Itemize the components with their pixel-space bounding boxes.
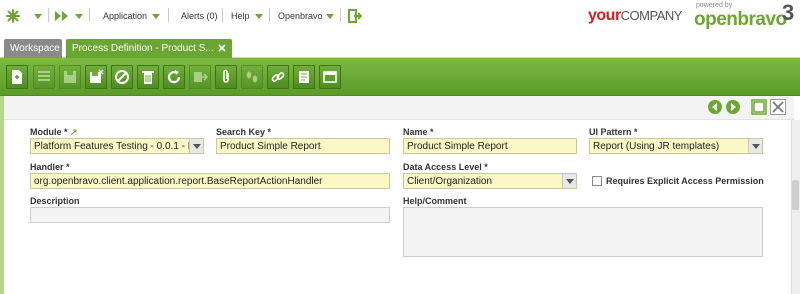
- save-icon: [64, 71, 76, 83]
- tab-process-label: Process Definition - Product S...: [72, 43, 214, 54]
- chevron-down-icon[interactable]: [748, 139, 762, 153]
- quick-launch-dropdown-icon[interactable]: [34, 8, 42, 24]
- tab-process-definition[interactable]: Process Definition - Product S...: [66, 39, 232, 58]
- quick-launch-icon[interactable]: [6, 8, 20, 24]
- application-dropdown-icon[interactable]: [152, 8, 160, 24]
- name-label: Name *: [403, 127, 434, 137]
- help-comment-textarea[interactable]: [403, 207, 763, 257]
- alerts-label: Alerts (0): [181, 11, 218, 21]
- description-label: Description: [30, 196, 80, 206]
- window-layout-icon: [323, 71, 337, 83]
- trash-icon: [142, 71, 154, 84]
- document-edit-icon: [299, 71, 309, 83]
- openbravo-logo: powered by openbravo 3: [694, 0, 795, 30]
- close-tab-icon[interactable]: [217, 43, 227, 53]
- top-navbar: Application Alerts (0) Help Openbravo yo…: [0, 0, 800, 34]
- maximize-icon[interactable]: [751, 99, 767, 115]
- left-border: [0, 96, 4, 294]
- footprints-icon: [246, 71, 258, 83]
- audit-trail-button[interactable]: [241, 65, 263, 89]
- cancel-icon: [115, 70, 129, 84]
- search-key-value: Product Simple Report: [220, 141, 321, 152]
- module-value: Platform Features Testing - 0.0.1 - Engl…: [34, 141, 203, 152]
- quick-create-dropdown-icon[interactable]: [75, 8, 83, 24]
- new-document-icon: [12, 70, 22, 84]
- module-link-icon[interactable]: ↗: [70, 127, 78, 137]
- application-menu[interactable]: Application: [103, 8, 147, 24]
- ui-pattern-select[interactable]: Report (Using JR templates): [589, 138, 763, 154]
- form-header-band: [4, 96, 794, 120]
- data-access-level-label: Data Access Level *: [403, 162, 488, 172]
- tab-workspace[interactable]: Workspace: [4, 39, 62, 58]
- export-button[interactable]: [189, 65, 211, 89]
- user-dropdown-icon[interactable]: [326, 8, 334, 24]
- help-label: Help: [231, 11, 250, 21]
- nav-divider: [222, 8, 223, 22]
- data-access-level-select[interactable]: Client/Organization: [403, 173, 577, 189]
- alerts-link[interactable]: Alerts (0): [181, 8, 218, 24]
- nav-divider: [340, 8, 341, 22]
- tab-bar: Workspace Process Definition - Product S…: [0, 34, 800, 58]
- form-grid-icon: [38, 71, 50, 81]
- handler-value: org.openbravo.client.application.report.…: [34, 176, 323, 187]
- nav-divider: [48, 8, 49, 22]
- toolbar: [0, 58, 800, 96]
- previous-record-icon[interactable]: [707, 99, 723, 115]
- cancel-button[interactable]: [111, 65, 133, 89]
- handler-input[interactable]: org.openbravo.client.application.report.…: [30, 173, 390, 189]
- search-key-label: Search Key *: [216, 127, 272, 137]
- close-form-icon[interactable]: [770, 99, 786, 115]
- requires-permission-label: Requires Explicit Access Permission: [606, 176, 764, 186]
- nav-divider: [168, 8, 169, 22]
- data-access-level-value: Client/Organization: [407, 176, 493, 187]
- ui-pattern-label: UI Pattern *: [589, 127, 638, 137]
- save-close-icon: [90, 69, 104, 83]
- refresh-icon: [167, 70, 181, 84]
- help-menu[interactable]: Help: [231, 8, 250, 24]
- help-comment-label: Help/Comment: [403, 196, 467, 206]
- attachment-button[interactable]: [215, 65, 237, 89]
- new-document-button[interactable]: [6, 65, 28, 89]
- link-button[interactable]: [267, 65, 289, 89]
- refresh-button[interactable]: [163, 65, 185, 89]
- paperclip-icon: [223, 69, 229, 83]
- tab-workspace-label: Workspace: [10, 43, 60, 54]
- scrollbar-thumb[interactable]: [792, 180, 799, 210]
- tab-config-button[interactable]: [319, 65, 341, 89]
- module-label: Module * ↗: [30, 127, 78, 137]
- print-button[interactable]: [293, 65, 315, 89]
- link-icon: [271, 72, 285, 82]
- application-menu-label: Application: [103, 11, 148, 21]
- user-label: Openbravo: [278, 11, 323, 21]
- form-view: [4, 96, 800, 294]
- export-icon: [194, 72, 208, 82]
- name-input[interactable]: Product Simple Report: [403, 138, 577, 154]
- name-value: Product Simple Report: [407, 141, 508, 152]
- module-select[interactable]: Platform Features Testing - 0.0.1 - Engl…: [30, 138, 204, 154]
- next-record-icon[interactable]: [725, 99, 741, 115]
- handler-label: Handler *: [30, 162, 70, 172]
- chevron-down-icon[interactable]: [562, 174, 576, 188]
- quick-create-icon[interactable]: [54, 8, 70, 24]
- help-dropdown-icon[interactable]: [255, 8, 263, 24]
- requires-permission-checkbox[interactable]: [592, 176, 602, 186]
- delete-button[interactable]: [137, 65, 159, 89]
- nav-divider: [269, 8, 270, 22]
- save-close-button[interactable]: [85, 65, 107, 89]
- search-key-input[interactable]: Product Simple Report: [216, 138, 390, 154]
- grid-view-button[interactable]: [33, 65, 55, 89]
- ui-pattern-value: Report (Using JR templates): [593, 141, 720, 152]
- company-logo: yourCOMPANY: [588, 7, 682, 24]
- description-input[interactable]: [30, 207, 390, 223]
- nav-divider: [89, 8, 90, 22]
- chevron-down-icon[interactable]: [189, 139, 203, 153]
- logout-icon[interactable]: [348, 8, 362, 24]
- save-button[interactable]: [59, 65, 81, 89]
- user-menu[interactable]: Openbravo: [278, 8, 323, 24]
